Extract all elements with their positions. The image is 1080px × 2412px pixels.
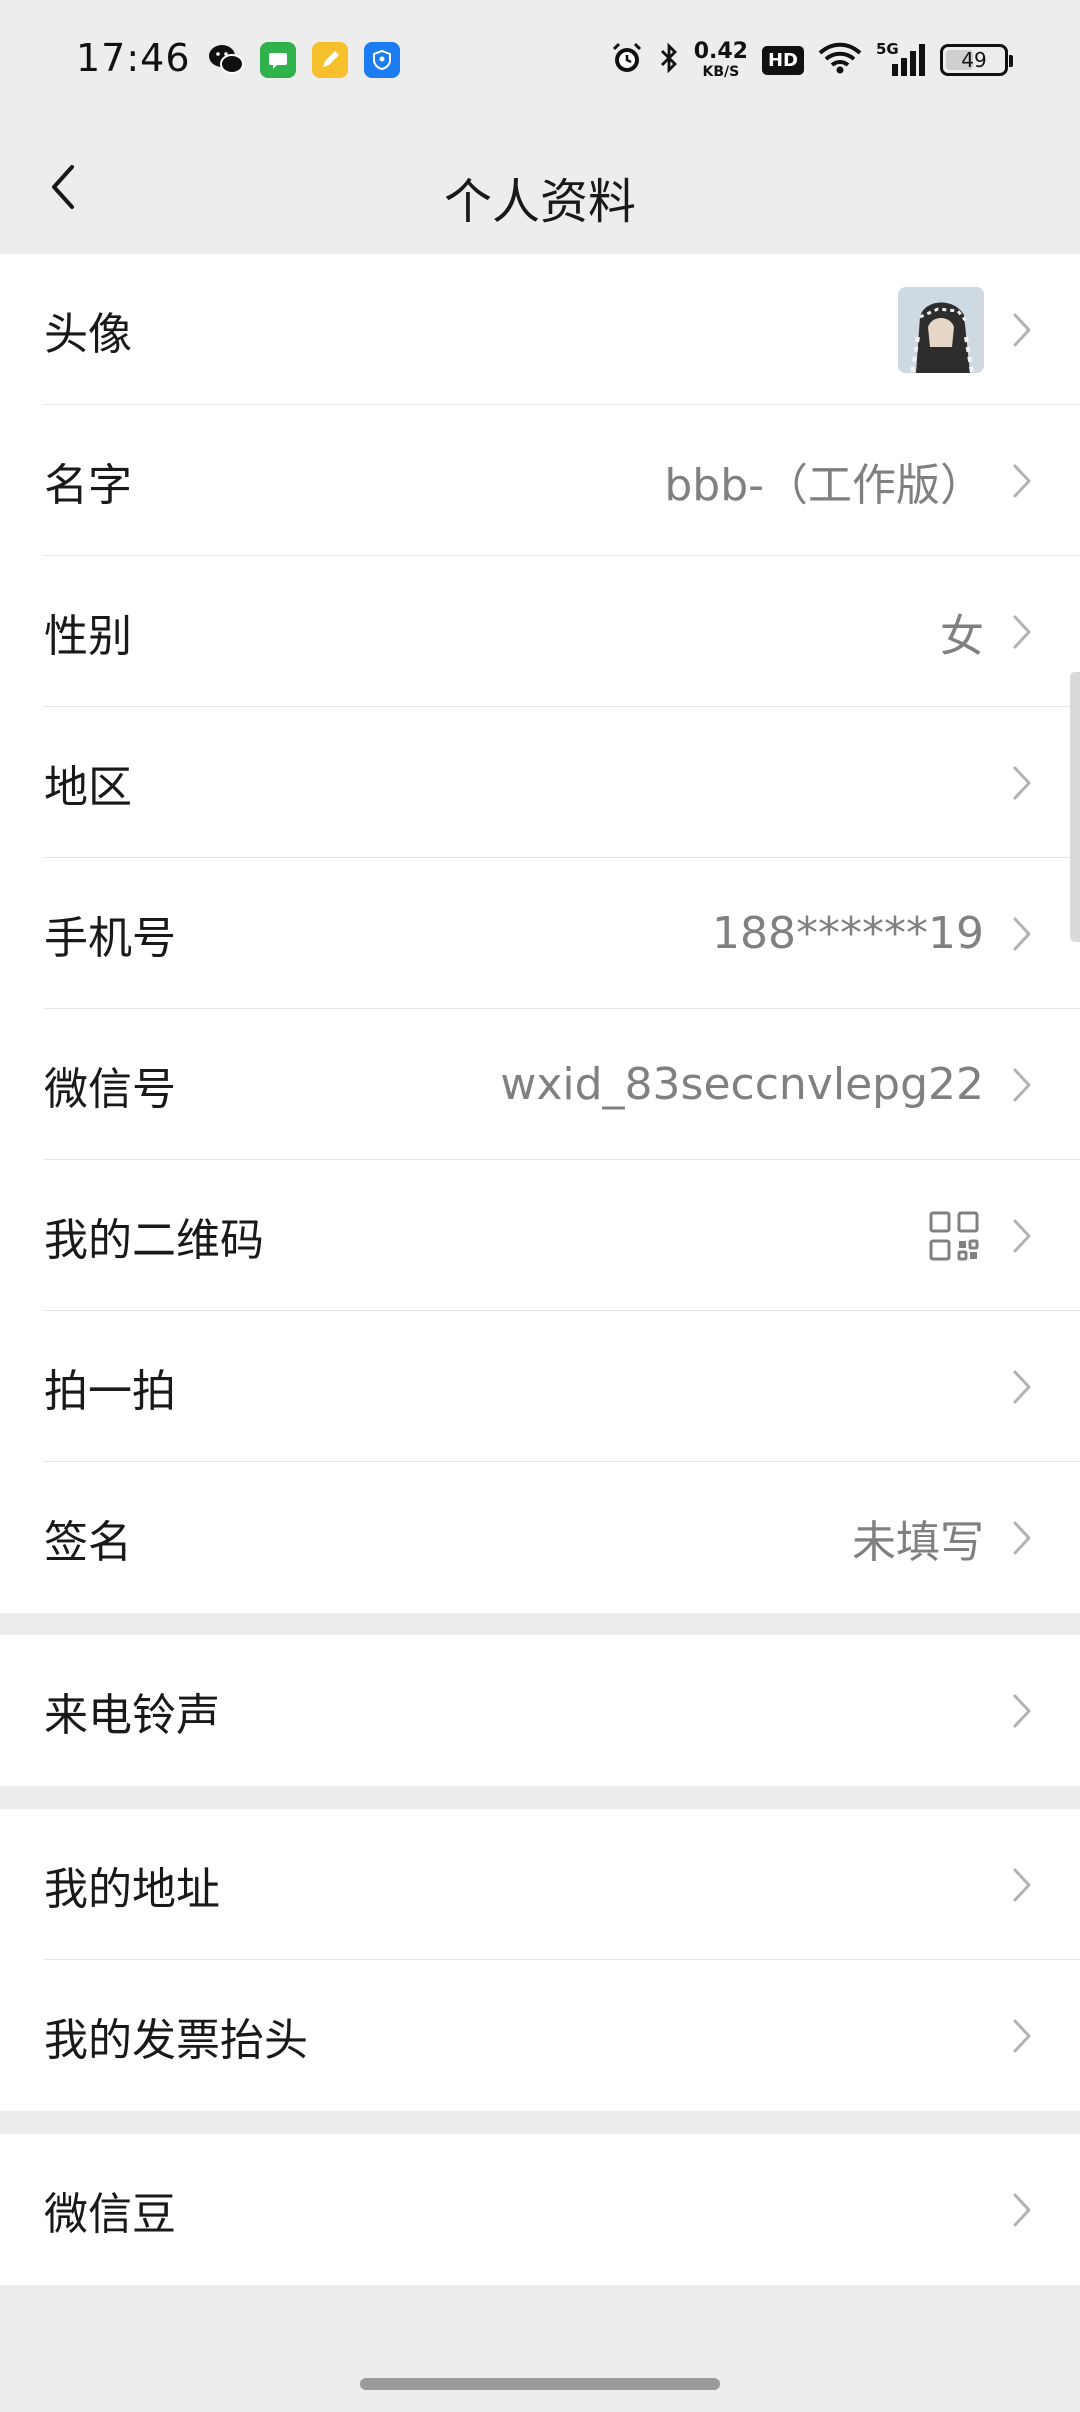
row-label: 我的二维码 [44, 1214, 264, 1266]
row-label: 性别 [44, 610, 132, 662]
status-time: 17:46 [76, 36, 191, 80]
row-region[interactable]: 地区 [0, 707, 1080, 858]
chevron-right-icon [1008, 2016, 1036, 2056]
row-signature[interactable]: 签名 未填写 [0, 1462, 1080, 1613]
beans-group: 微信豆 [0, 2134, 1080, 2285]
bluetooth-icon [658, 41, 680, 79]
row-value: bbb-（工作版） [664, 459, 984, 511]
row-gender[interactable]: 性别 女 [0, 556, 1080, 707]
row-pat[interactable]: 拍一拍 [0, 1311, 1080, 1462]
row-label: 微信豆 [44, 2188, 176, 2240]
row-label: 我的地址 [44, 1863, 220, 1915]
row-label: 名字 [44, 459, 132, 511]
status-bar: 17:46 0.42 KB/S HD 5G 49 [0, 0, 1080, 120]
chevron-right-icon [1008, 1065, 1036, 1105]
chevron-right-icon [1008, 310, 1036, 350]
home-indicator[interactable] [360, 2378, 720, 2390]
ringtone-group: 来电铃声 [0, 1635, 1080, 1786]
battery-icon: 49 [940, 44, 1013, 76]
notes-icon [312, 42, 348, 78]
shield-icon [364, 42, 400, 78]
battery-level: 49 [961, 48, 987, 72]
row-label: 头像 [44, 308, 132, 360]
row-avatar[interactable]: 头像 [0, 254, 1080, 405]
row-label: 拍一拍 [44, 1365, 176, 1417]
notification-icons [208, 42, 400, 78]
net-speed-unit: KB/S [702, 64, 740, 80]
nav-bar: 个人资料 [0, 120, 1080, 254]
page-title: 个人资料 [443, 174, 636, 230]
row-qr-code[interactable]: 我的二维码 [0, 1160, 1080, 1311]
row-wechat-id[interactable]: 微信号 wxid_83seccnvlepg22 [0, 1009, 1080, 1160]
scrollbar[interactable] [1070, 672, 1080, 942]
wifi-icon [818, 41, 862, 79]
profile-group: 头像 名字 bbb-（工作版） 性别 女 地区 手机号 188******19 [0, 254, 1080, 1613]
chevron-right-icon [1008, 461, 1036, 501]
address-group: 我的地址 我的发票抬头 [0, 1809, 1080, 2111]
row-value: 188******19 [712, 908, 984, 959]
row-ringtone[interactable]: 来电铃声 [0, 1635, 1080, 1786]
chevron-right-icon [1008, 612, 1036, 652]
row-label: 签名 [44, 1516, 132, 1568]
messages-icon [260, 42, 296, 78]
chevron-right-icon [1008, 1691, 1036, 1731]
chevron-right-icon [1008, 763, 1036, 803]
row-wechat-beans[interactable]: 微信豆 [0, 2134, 1080, 2285]
row-phone[interactable]: 手机号 188******19 [0, 858, 1080, 1009]
row-value: wxid_83seccnvlepg22 [500, 1059, 984, 1110]
chevron-right-icon [1008, 1518, 1036, 1558]
net-speed: 0.42 KB/S [693, 39, 748, 80]
row-label: 来电铃声 [44, 1689, 220, 1741]
signal-icon: 5G [876, 40, 926, 78]
wechat-icon [208, 42, 244, 78]
net-speed-value: 0.42 [693, 39, 748, 64]
row-name[interactable]: 名字 bbb-（工作版） [0, 405, 1080, 556]
system-status-icons: 0.42 KB/S HD 5G 49 [610, 36, 1013, 84]
row-my-address[interactable]: 我的地址 [0, 1809, 1080, 1960]
hd-badge: HD [761, 45, 804, 75]
row-value: 女 [940, 610, 984, 662]
row-invoice-title[interactable]: 我的发票抬头 [0, 1960, 1080, 2111]
chevron-right-icon [1008, 1216, 1036, 1256]
chevron-right-icon [1008, 914, 1036, 954]
alarm-icon [610, 41, 644, 79]
chevron-right-icon [1008, 1865, 1036, 1905]
row-value: 未填写 [852, 1516, 984, 1568]
chevron-right-icon [1008, 1367, 1036, 1407]
chevron-right-icon [1008, 2190, 1036, 2230]
row-label: 微信号 [44, 1063, 176, 1115]
avatar [898, 286, 984, 373]
row-label: 手机号 [44, 912, 176, 964]
qr-code-icon [928, 1210, 980, 1262]
row-label: 我的发票抬头 [44, 2014, 308, 2066]
row-label: 地区 [44, 761, 132, 813]
